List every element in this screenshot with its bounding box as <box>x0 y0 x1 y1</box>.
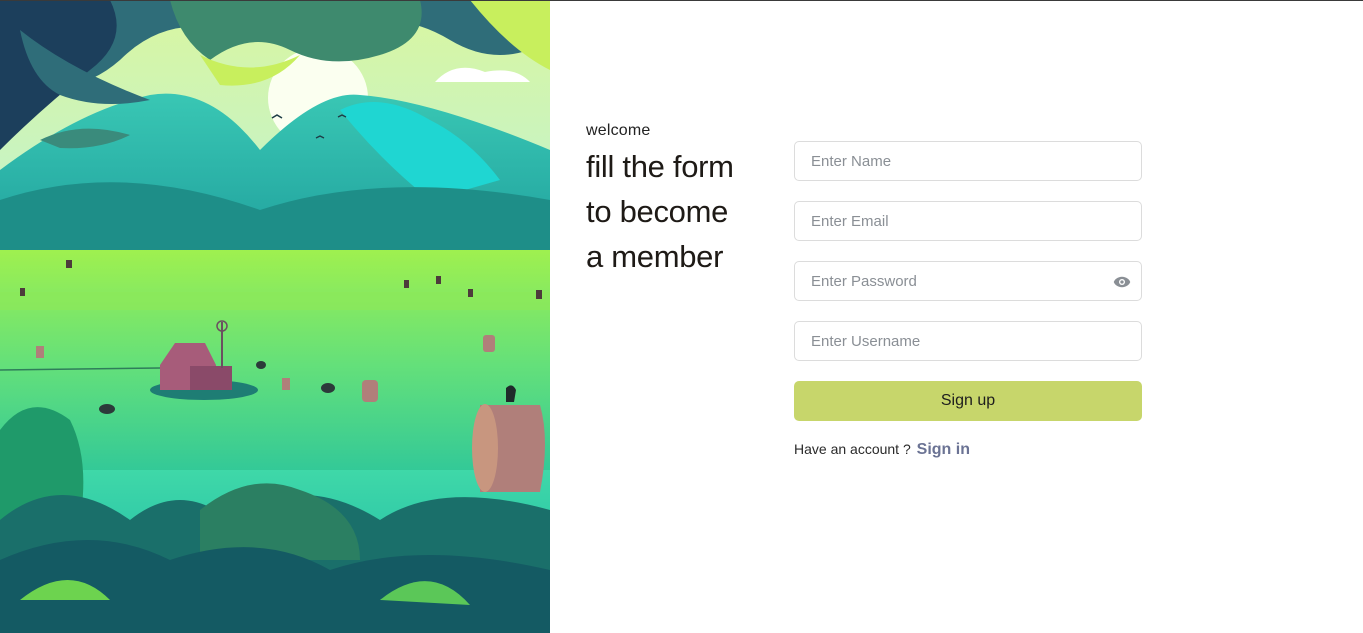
eye-icon[interactable] <box>1113 273 1131 291</box>
signin-link[interactable]: Sign in <box>917 441 970 458</box>
name-input[interactable] <box>795 142 1141 180</box>
signup-button[interactable]: Sign up <box>794 381 1142 421</box>
headline-line-2: to become <box>586 194 729 229</box>
username-field-wrapper <box>794 321 1142 361</box>
password-input[interactable] <box>795 262 1141 300</box>
username-input[interactable] <box>795 322 1141 360</box>
headline-line-3: a member <box>586 239 724 274</box>
intro-block: welcome fill the form to become a member <box>586 122 776 279</box>
top-divider <box>0 0 1363 1</box>
name-field-wrapper <box>794 141 1142 181</box>
email-input[interactable] <box>795 202 1141 240</box>
signup-page: welcome fill the form to become a member <box>0 0 1363 633</box>
email-field-wrapper <box>794 201 1142 241</box>
headline-line-1: fill the form <box>586 149 734 184</box>
welcome-text: welcome <box>586 122 651 139</box>
account-prompt-line: Have an account ? Sign in <box>794 441 1142 459</box>
signup-form: Sign up Have an account ? Sign in <box>794 141 1142 459</box>
password-field-wrapper <box>794 261 1142 301</box>
account-prompt-text: Have an account ? <box>794 441 911 457</box>
landscape-illustration <box>0 0 550 633</box>
